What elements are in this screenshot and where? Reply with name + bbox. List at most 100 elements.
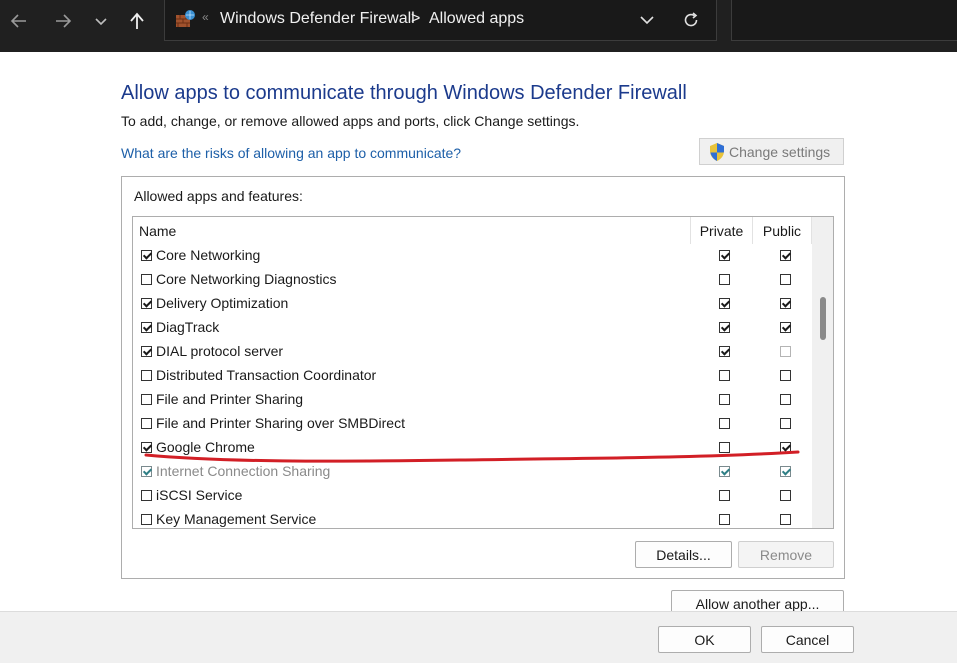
app-enabled-checkbox[interactable] xyxy=(141,514,152,525)
chevron-down-icon xyxy=(640,16,654,25)
app-row[interactable]: Delivery Optimization xyxy=(133,292,812,316)
private-checkbox[interactable] xyxy=(719,322,730,333)
public-checkbox[interactable] xyxy=(780,442,791,453)
private-checkbox[interactable] xyxy=(719,418,730,429)
refresh-button[interactable] xyxy=(679,8,703,32)
refresh-icon xyxy=(684,12,698,27)
private-checkbox[interactable] xyxy=(719,466,730,477)
private-checkbox[interactable] xyxy=(719,394,730,405)
private-checkbox[interactable] xyxy=(719,490,730,501)
arrow-up-icon xyxy=(130,12,144,29)
app-row[interactable]: Key Management Service xyxy=(133,508,812,528)
private-checkbox[interactable] xyxy=(719,298,730,309)
app-name: Internet Connection Sharing xyxy=(156,463,331,479)
app-name: Key Management Service xyxy=(156,511,317,527)
app-enabled-checkbox[interactable] xyxy=(141,490,152,501)
details-button[interactable]: Details... xyxy=(635,541,732,568)
app-row[interactable]: Internet Connection Sharing xyxy=(133,460,812,484)
public-checkbox[interactable] xyxy=(780,250,791,261)
public-checkbox[interactable] xyxy=(780,370,791,381)
group-label: Allowed apps and features: xyxy=(134,188,303,204)
app-row[interactable]: iSCSI Service xyxy=(133,484,812,508)
up-button[interactable] xyxy=(122,6,152,36)
app-name: Google Chrome xyxy=(156,439,255,455)
forward-button[interactable] xyxy=(48,6,78,36)
change-settings-button[interactable]: Change settings xyxy=(699,138,844,165)
app-enabled-checkbox[interactable] xyxy=(141,346,152,357)
list-header: Name Private Public xyxy=(133,217,812,244)
public-checkbox[interactable] xyxy=(780,274,791,285)
app-row[interactable]: File and Printer Sharing xyxy=(133,388,812,412)
scroll-thumb[interactable] xyxy=(820,297,826,340)
app-name: DIAL protocol server xyxy=(156,343,284,359)
app-enabled-checkbox[interactable] xyxy=(141,322,152,333)
app-enabled-checkbox[interactable] xyxy=(141,394,152,405)
app-name: Core Networking Diagnostics xyxy=(156,271,337,287)
breadcrumb-allowed-apps[interactable]: Allowed apps xyxy=(429,10,524,28)
recent-locations-button[interactable] xyxy=(86,6,116,36)
change-settings-label: Change settings xyxy=(729,143,831,160)
app-rows: Core Networking Core Networking Diagnosti… xyxy=(133,244,812,528)
app-row[interactable]: File and Printer Sharing over SMBDirect xyxy=(133,412,812,436)
app-row[interactable]: DiagTrack xyxy=(133,316,812,340)
page-subtitle: To add, change, or remove allowed apps a… xyxy=(121,113,580,129)
column-header-private[interactable]: Private xyxy=(690,217,752,244)
private-checkbox[interactable] xyxy=(719,274,730,285)
app-enabled-checkbox[interactable] xyxy=(141,466,152,477)
private-checkbox[interactable] xyxy=(719,514,730,525)
allowed-apps-list[interactable]: Name Private Public Core Networking Core … xyxy=(132,216,834,529)
address-bar[interactable]: « Windows Defender Firewall > Allowed ap… xyxy=(164,0,717,41)
breadcrumb-separator[interactable]: > xyxy=(411,10,420,28)
allowed-apps-group: Allowed apps and features: Name Private … xyxy=(121,176,845,579)
public-checkbox[interactable] xyxy=(780,418,791,429)
public-checkbox[interactable] xyxy=(780,466,791,477)
app-row[interactable]: Core Networking xyxy=(133,244,812,268)
app-enabled-checkbox[interactable] xyxy=(141,442,152,453)
private-checkbox[interactable] xyxy=(719,250,730,261)
app-name: iSCSI Service xyxy=(156,487,243,503)
app-enabled-checkbox[interactable] xyxy=(141,250,152,261)
firewall-icon xyxy=(176,10,195,27)
app-name: File and Printer Sharing xyxy=(156,391,304,407)
chevron-down-icon xyxy=(95,18,107,26)
ok-button[interactable]: OK xyxy=(658,626,751,653)
app-name: DiagTrack xyxy=(156,319,220,335)
private-checkbox[interactable] xyxy=(719,346,730,357)
explorer-toolbar: « Windows Defender Firewall > Allowed ap… xyxy=(0,0,957,52)
app-enabled-checkbox[interactable] xyxy=(141,370,152,381)
app-row[interactable]: DIAL protocol server xyxy=(133,340,812,364)
column-header-public[interactable]: Public xyxy=(752,217,812,244)
remove-button[interactable]: Remove xyxy=(738,541,834,568)
app-name: Delivery Optimization xyxy=(156,295,289,311)
uac-shield-icon xyxy=(710,142,724,161)
app-enabled-checkbox[interactable] xyxy=(141,274,152,285)
public-checkbox[interactable] xyxy=(780,298,791,309)
cancel-button[interactable]: Cancel xyxy=(761,626,854,653)
public-checkbox[interactable] xyxy=(780,394,791,405)
breadcrumb-firewall[interactable]: Windows Defender Firewall xyxy=(220,10,415,28)
app-row[interactable]: Core Networking Diagnostics xyxy=(133,268,812,292)
public-checkbox[interactable] xyxy=(780,346,791,357)
back-button[interactable] xyxy=(4,6,34,36)
app-row[interactable]: Distributed Transaction Coordinator xyxy=(133,364,812,388)
search-box[interactable] xyxy=(731,0,957,41)
public-checkbox[interactable] xyxy=(780,514,791,525)
public-checkbox[interactable] xyxy=(780,322,791,333)
app-row[interactable]: Google Chrome xyxy=(133,436,812,460)
app-enabled-checkbox[interactable] xyxy=(141,298,152,309)
risks-link[interactable]: What are the risks of allowing an app to… xyxy=(121,145,461,161)
breadcrumb-overflow-marker[interactable]: « xyxy=(202,10,209,24)
address-history-button[interactable] xyxy=(635,8,659,32)
vertical-scrollbar[interactable] xyxy=(812,217,833,528)
private-checkbox[interactable] xyxy=(719,370,730,381)
app-name: Core Networking xyxy=(156,247,261,263)
public-checkbox[interactable] xyxy=(780,490,791,501)
page-title: Allow apps to communicate through Window… xyxy=(121,82,687,104)
app-enabled-checkbox[interactable] xyxy=(141,418,152,429)
column-header-name[interactable]: Name xyxy=(139,223,176,239)
arrow-left-icon xyxy=(10,14,26,28)
app-name: Distributed Transaction Coordinator xyxy=(156,367,377,383)
arrow-right-icon xyxy=(56,14,72,28)
app-name: File and Printer Sharing over SMBDirect xyxy=(156,415,405,431)
private-checkbox[interactable] xyxy=(719,442,730,453)
